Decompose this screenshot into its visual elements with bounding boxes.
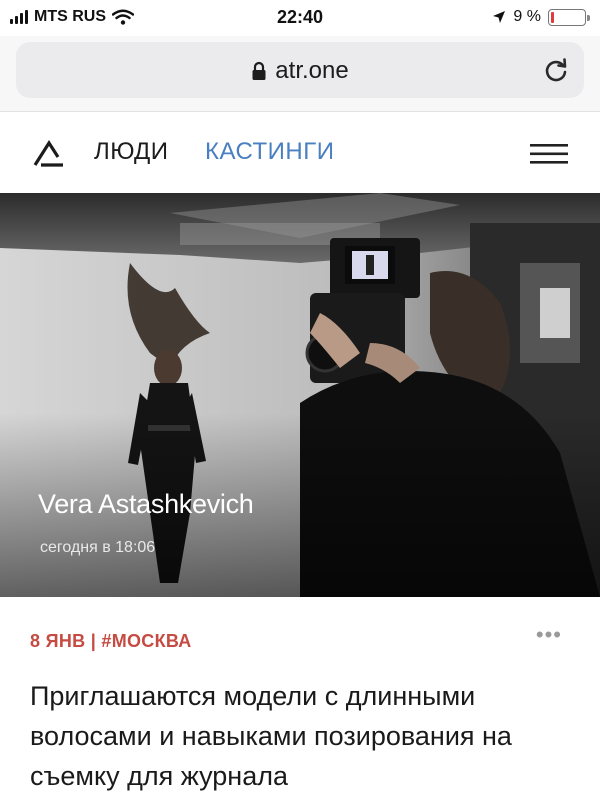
nav-link-castings[interactable]: КАСТИНГИ xyxy=(205,138,334,166)
article-meta[interactable]: 8 ЯНВ | #МОСКВА xyxy=(30,631,192,652)
nav-link-people[interactable]: ЛЮДИ xyxy=(94,138,168,166)
more-icon[interactable]: ••• xyxy=(536,624,562,646)
logo-icon[interactable] xyxy=(32,140,66,168)
address-bar[interactable]: atr.one xyxy=(16,42,584,98)
browser-toolbar: atr.one xyxy=(0,36,600,112)
battery-icon xyxy=(548,8,590,26)
location-arrow-icon xyxy=(493,11,506,23)
battery-percent: 9 % xyxy=(513,8,541,25)
reload-icon[interactable] xyxy=(542,56,570,84)
menu-icon[interactable] xyxy=(530,143,568,165)
url-display[interactable]: atr.one xyxy=(16,57,584,85)
article-headline[interactable]: Приглашаются модели с длинными волосами … xyxy=(30,676,578,796)
url-text: atr.one xyxy=(275,57,349,84)
hero-photo xyxy=(0,193,600,597)
site-header: ЛЮДИ КАСТИНГИ xyxy=(0,113,600,193)
hero-timestamp: сегодня в 18:06 xyxy=(40,539,156,556)
status-bar: MTS RUS 22:40 9 % xyxy=(0,0,600,36)
hero-card[interactable]: Vera Astashkevich сегодня в 18:06 xyxy=(0,193,600,597)
status-right: 9 % xyxy=(492,8,590,26)
battery-fill xyxy=(551,11,554,23)
hero-author-name[interactable]: Vera Astashkevich xyxy=(38,489,254,520)
lock-icon xyxy=(252,61,266,80)
